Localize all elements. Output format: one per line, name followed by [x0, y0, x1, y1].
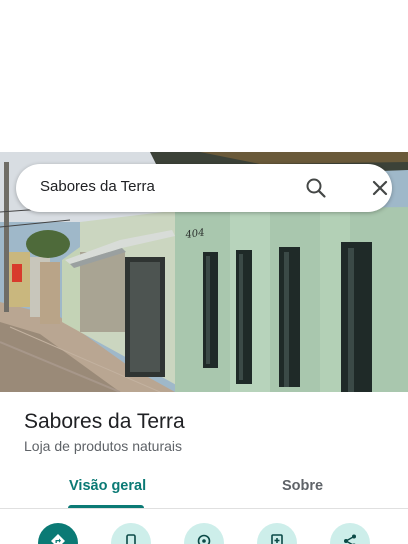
search-icon[interactable] [302, 174, 330, 202]
save-icon [271, 534, 283, 544]
close-icon[interactable] [366, 174, 394, 202]
phone-icon [126, 534, 136, 544]
place-name: Sabores da Terra [24, 410, 185, 433]
directions-icon [51, 534, 65, 544]
tab-about[interactable]: Sobre [282, 478, 323, 494]
search-input[interactable]: Sabores da Terra [40, 178, 155, 195]
directions-button[interactable] [38, 523, 78, 544]
save-button[interactable] [257, 523, 297, 544]
share-button[interactable] [330, 523, 370, 544]
place-category: Loja de produtos naturais [24, 438, 182, 454]
call-button[interactable] [111, 523, 151, 544]
tab-overview[interactable]: Visão geral [69, 478, 146, 494]
action-bar [0, 520, 408, 544]
map-top-area [0, 0, 408, 152]
location-button[interactable] [184, 523, 224, 544]
tab-selected-indicator [68, 505, 144, 508]
tab-bar: Visão geral Sobre [0, 468, 408, 509]
search-bar[interactable]: Sabores da Terra [16, 164, 392, 212]
share-icon [344, 534, 356, 544]
location-icon [197, 534, 211, 544]
